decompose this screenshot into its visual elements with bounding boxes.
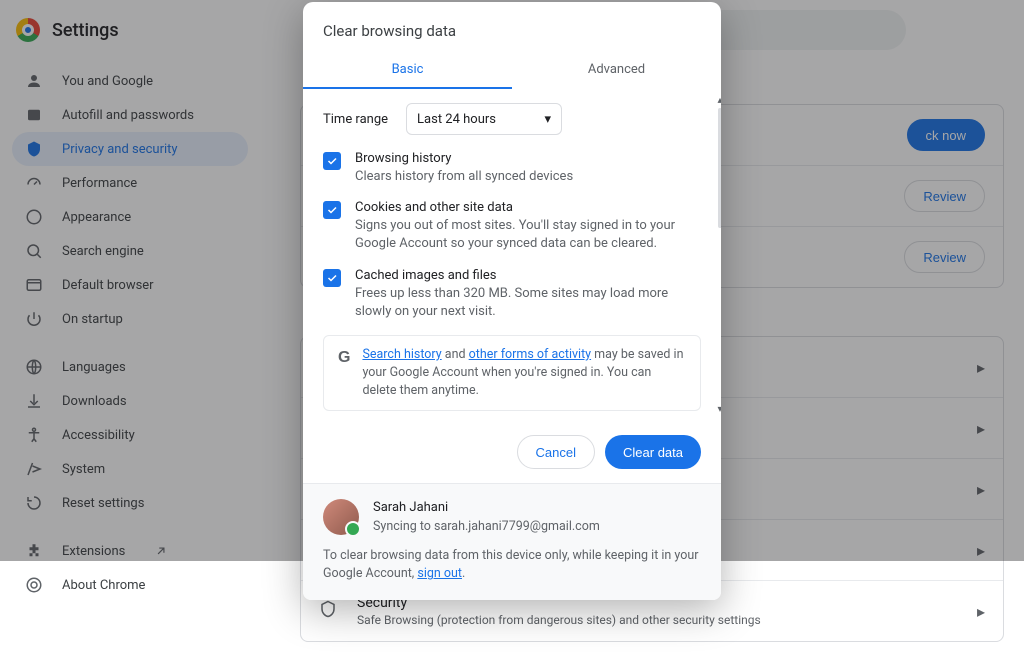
- tab-advanced[interactable]: Advanced: [512, 52, 721, 89]
- row-subtitle: Safe Browsing (protection from dangerous…: [357, 613, 959, 627]
- info-text: and: [442, 347, 469, 362]
- scroll-down-icon: ▾: [717, 404, 721, 415]
- checkbox-cache[interactable]: [323, 269, 341, 287]
- checkbox-browsing-history[interactable]: [323, 152, 341, 170]
- sync-user-email: Syncing to sarah.jahani7799@gmail.com: [373, 518, 600, 537]
- search-history-link[interactable]: Search history: [362, 347, 441, 362]
- sign-out-link[interactable]: sign out: [417, 566, 462, 581]
- dialog-title: Clear browsing data: [303, 2, 721, 52]
- other-activity-link[interactable]: other forms of activity: [469, 347, 591, 362]
- sidebar-item-about-chrome[interactable]: About Chrome: [12, 568, 248, 602]
- user-avatar: [323, 499, 359, 535]
- chrome-icon: [24, 576, 44, 594]
- time-range-select[interactable]: Last 24 hours ▾: [406, 103, 562, 135]
- check-title: Cached images and files: [355, 268, 701, 283]
- sync-note: .: [462, 566, 465, 581]
- time-range-value: Last 24 hours: [417, 112, 496, 127]
- tab-basic[interactable]: Basic: [303, 52, 512, 89]
- chevron-right-icon: ▸: [977, 602, 985, 621]
- google-g-icon: G: [338, 346, 350, 369]
- dialog-scrollbar[interactable]: ▴ ▾: [713, 95, 721, 415]
- clear-browsing-dialog: Clear browsing data Basic Advanced ▴ ▾ T…: [303, 2, 721, 600]
- sync-user-name: Sarah Jahani: [373, 498, 600, 518]
- time-range-label: Time range: [323, 112, 388, 127]
- check-title: Browsing history: [355, 151, 573, 166]
- clear-data-button[interactable]: Clear data: [605, 435, 701, 469]
- sync-note: To clear browsing data from this device …: [323, 548, 699, 582]
- cancel-button[interactable]: Cancel: [517, 435, 595, 469]
- checkbox-cookies[interactable]: [323, 201, 341, 219]
- check-title: Cookies and other site data: [355, 200, 701, 215]
- sidebar-item-label: About Chrome: [62, 578, 145, 593]
- chevron-down-icon: ▾: [545, 112, 552, 127]
- check-subtitle: Frees up less than 320 MB. Some sites ma…: [355, 285, 701, 321]
- shield-icon: [319, 600, 339, 622]
- scroll-up-icon: ▴: [717, 95, 721, 106]
- check-subtitle: Signs you out of most sites. You'll stay…: [355, 217, 701, 253]
- check-subtitle: Clears history from all synced devices: [355, 168, 573, 186]
- info-box: G Search history and other forms of acti…: [323, 335, 701, 411]
